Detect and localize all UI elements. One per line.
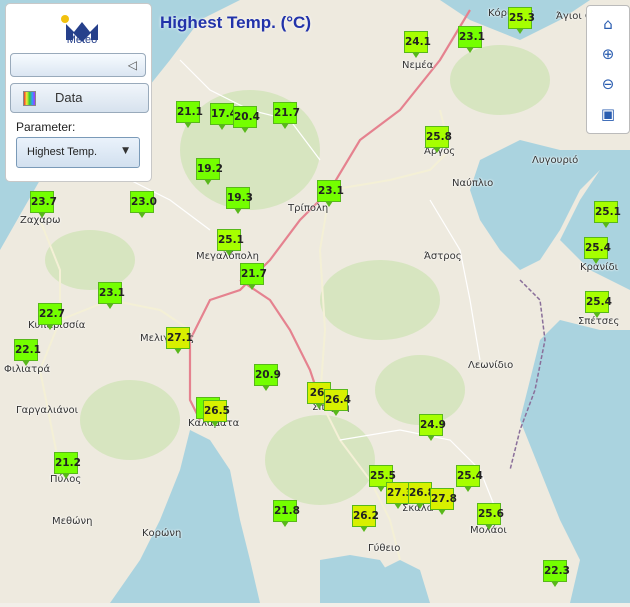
station-marker[interactable]: 27.8 [430,488,457,515]
station-marker[interactable]: 23.1 [98,282,125,309]
station-marker[interactable]: 21.2 [54,452,81,479]
town-label: Λυγουριό [532,155,579,166]
station-marker[interactable]: 23.1 [458,26,485,53]
town-label: Γύθειο [368,543,401,554]
town-label: Ναύπλιο [452,178,494,189]
station-marker[interactable]: 24.9 [419,414,446,441]
parameter-value: Highest Temp. [27,146,98,158]
station-marker[interactable]: 17.4 [210,103,237,130]
station-marker[interactable]: 27.3 [386,482,413,509]
town-label: Κορώνη [142,528,182,539]
town-label: Γαργαλιάνοι [16,405,79,416]
station-marker[interactable]: 25.3 [508,7,535,34]
chevron-down-icon: ▼ [122,146,129,156]
station-marker[interactable]: 26.4 [324,389,351,416]
station-marker[interactable]: 26.5 [203,400,230,427]
station-marker[interactable]: 25.6 [477,503,504,530]
station-marker[interactable]: 24.1 [404,31,431,58]
station-marker[interactable]: 26.8 [408,482,435,509]
station-marker[interactable]: 22.3 [543,560,570,587]
town-label: Λεωνίδιο [468,360,514,371]
station-marker[interactable]: 25.1 [217,229,244,256]
station-marker[interactable]: 22.1 [14,339,41,366]
station-marker[interactable]: 19.3 [226,187,253,214]
parameter-select[interactable]: Highest Temp. ▼ [16,137,140,168]
station-marker[interactable]: 25.4 [456,465,483,492]
station-marker[interactable]: 25.1 [594,201,621,228]
station-marker[interactable]: 23.7 [30,191,57,218]
station-marker[interactable]: 20.4 [233,106,260,133]
map-controls: ⌂ ⊕ ⊖ ▣ [586,5,630,134]
data-button[interactable]: Data [10,83,149,113]
station-marker[interactable]: 19.2 [196,158,223,185]
station-marker[interactable]: 21.7 [240,263,267,290]
station-marker[interactable]: 25.4 [585,291,612,318]
station-marker[interactable]: 25.8 [425,126,452,153]
station-marker[interactable]: 21.7 [273,102,300,129]
control-panel: Meteo ◁ Data Parameter: Highest Temp. ▼ [5,3,152,182]
home-icon[interactable]: ⌂ [596,12,620,36]
town-label: Τρίπολη [288,203,329,214]
station-marker[interactable]: 20.9 [254,364,281,391]
station-marker[interactable]: 27.1 [166,327,193,354]
data-button-label: Data [55,90,83,105]
palette-icon [23,91,36,106]
station-marker[interactable]: 21.8 [273,500,300,527]
station-marker[interactable]: 26.2 [352,505,379,532]
station-marker[interactable]: 23.1 [317,180,344,207]
station-marker[interactable]: 23.0 [130,191,157,218]
map-title: Highest Temp. (°C) [160,13,311,32]
town-label: Μεθώνη [52,516,93,527]
station-marker[interactable]: 21.1 [176,101,203,128]
station-marker[interactable]: 25.4 [584,237,611,264]
zoom-extent-icon[interactable]: ▣ [596,102,620,126]
town-label: Νεμέα [402,60,434,71]
town-label: Άστρος [424,251,462,262]
station-marker[interactable]: 22.7 [38,303,65,330]
slider-handle-icon[interactable]: ◁ [128,58,137,72]
logo-text: Meteo [66,34,98,46]
time-slider[interactable]: ◁ [10,53,146,77]
zoom-out-icon[interactable]: ⊖ [596,72,620,96]
zoom-in-icon[interactable]: ⊕ [596,42,620,66]
parameter-label: Parameter: [16,120,76,134]
